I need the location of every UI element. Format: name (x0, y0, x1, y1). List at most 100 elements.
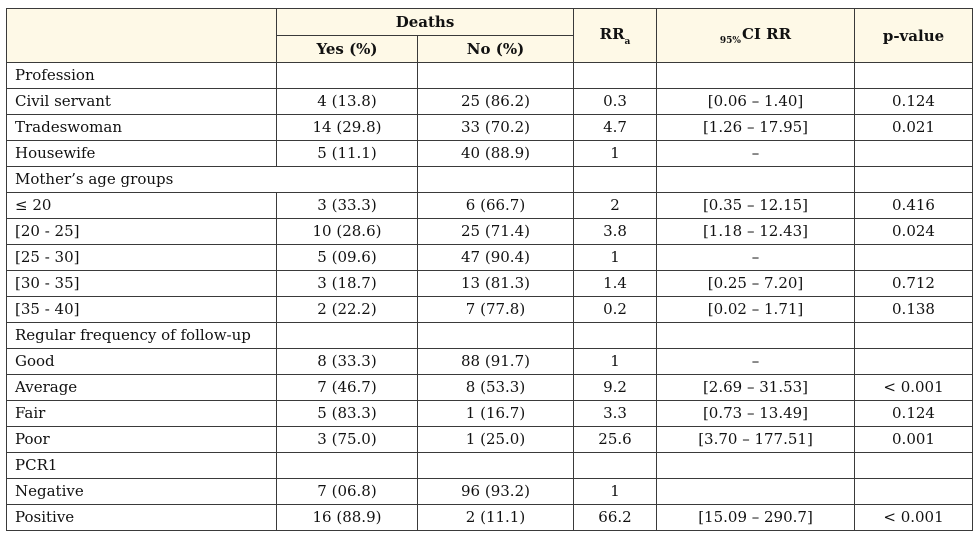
table-row: [35 - 40] 2 (22.2) 7 (77.8) 0.2 [0.02 – 1.71… (6, 296, 973, 323)
rr-cell: 1.4 (573, 270, 657, 297)
table-header: Deaths RRa 95%CI RR p-value Yes (%) No (… (6, 8, 973, 63)
ci-cell (656, 478, 855, 505)
ci-cell: [2.69 – 31.53] (656, 374, 855, 401)
ci-cell: [15.09 – 290.7] (656, 504, 855, 531)
header-no: No (%) (417, 35, 574, 63)
header-ci-main: CI RR (741, 25, 792, 43)
row-label: Tradeswoman (6, 114, 277, 141)
section-label: Profession (6, 62, 277, 89)
table-row: ≤ 20 3 (33.3) 6 (66.7) 2 [0.35 – 12.15] 0.416 (6, 192, 973, 219)
ci-cell (656, 62, 855, 89)
p-value-cell: 0.024 (854, 218, 973, 245)
no-cell: 7 (77.8) (417, 296, 574, 323)
rr-cell: 0.3 (573, 88, 657, 115)
row-label: [30 - 35] (6, 270, 277, 297)
row-label: [20 - 25] (6, 218, 277, 245)
yes-cell: 3 (18.7) (276, 270, 418, 297)
yes-cell (276, 322, 418, 349)
rr-cell: 1 (573, 478, 657, 505)
row-label: Housewife (6, 140, 277, 167)
ci-cell: – (656, 244, 855, 271)
ci-cell: – (656, 348, 855, 375)
table-row: Good 8 (33.3) 88 (91.7) 1– (6, 348, 973, 375)
ci-cell (656, 166, 855, 193)
yes-cell: 7 (46.7) (276, 374, 418, 401)
header-yes: Yes (%) (276, 35, 418, 63)
p-value-cell (854, 166, 973, 193)
section-row: Mother’s age groups (6, 166, 973, 193)
p-value-cell (854, 62, 973, 89)
yes-cell: 5 (83.3) (276, 400, 418, 427)
row-label: [35 - 40] (6, 296, 277, 323)
rr-cell: 1 (573, 140, 657, 167)
no-cell: 13 (81.3) (417, 270, 574, 297)
yes-cell: 7 (06.8) (276, 478, 418, 505)
ci-cell: [1.18 – 12.43] (656, 218, 855, 245)
rr-cell: 0.2 (573, 296, 657, 323)
no-cell: 2 (11.1) (417, 504, 574, 531)
rr-cell: 9.2 (573, 374, 657, 401)
no-cell: 1 (25.0) (417, 426, 574, 453)
p-value-cell (854, 452, 973, 479)
row-label: Fair (6, 400, 277, 427)
row-label: Poor (6, 426, 277, 453)
p-value-cell: 0.021 (854, 114, 973, 141)
yes-cell: 8 (33.3) (276, 348, 418, 375)
ci-cell: [1.26 – 17.95] (656, 114, 855, 141)
row-label: ≤ 20 (6, 192, 277, 219)
yes-cell: 14 (29.8) (276, 114, 418, 141)
yes-cell: 5 (11.1) (276, 140, 418, 167)
table-row: Civil servant 4 (13.8) 25 (86.2) 0.3 [0.06 –… (6, 88, 973, 115)
p-value-cell (854, 478, 973, 505)
yes-cell: 3 (75.0) (276, 426, 418, 453)
p-value-cell: 0.138 (854, 296, 973, 323)
rr-cell: 25.6 (573, 426, 657, 453)
ci-cell: [0.06 – 1.40] (656, 88, 855, 115)
header-rr-main: RR (599, 25, 625, 43)
row-label: Negative (6, 478, 277, 505)
ci-cell: [0.02 – 1.71] (656, 296, 855, 323)
header-pvalue: p-value (854, 8, 973, 63)
yes-cell: 3 (33.3) (276, 192, 418, 219)
section-row: PCR1 (6, 452, 973, 479)
rr-cell (573, 62, 657, 89)
rr-cell: 4.7 (573, 114, 657, 141)
table-row: Poor 3 (75.0) 1 (25.0) 25.6 [3.70 – 177.51] 0… (6, 426, 973, 453)
rr-cell: 3.8 (573, 218, 657, 245)
row-label: Average (6, 374, 277, 401)
ci-cell: [0.25 – 7.20] (656, 270, 855, 297)
section-row: Profession (6, 62, 973, 89)
table-body: Profession Civil servant 4 (13.8) 25 (86.2)… (6, 62, 973, 531)
no-cell (417, 166, 574, 193)
rr-cell (573, 166, 657, 193)
p-value-cell: 0.416 (854, 192, 973, 219)
p-value-cell: 0.124 (854, 88, 973, 115)
row-label: Good (6, 348, 277, 375)
table-row: Housewife 5 (11.1) 40 (88.9) 1– (6, 140, 973, 167)
rr-cell: 2 (573, 192, 657, 219)
header-ci: 95%CI RR (656, 8, 855, 63)
ci-cell: [3.70 – 177.51] (656, 426, 855, 453)
yes-cell: 4 (13.8) (276, 88, 418, 115)
header-deaths: Deaths (276, 8, 574, 36)
table-row: Average 7 (46.7) 8 (53.3) 9.2 [2.69 – 31.53]… (6, 374, 973, 401)
no-cell (417, 62, 574, 89)
table-row: [30 - 35] 3 (18.7) 13 (81.3) 1.4 [0.25 – 7.2… (6, 270, 973, 297)
rr-cell: 66.2 (573, 504, 657, 531)
yes-cell (276, 62, 418, 89)
no-cell: 96 (93.2) (417, 478, 574, 505)
no-cell (417, 322, 574, 349)
yes-cell: 10 (28.6) (276, 218, 418, 245)
section-label: Regular frequency of follow-up (6, 322, 277, 349)
ci-cell: [0.73 – 13.49] (656, 400, 855, 427)
yes-cell: 5 (09.6) (276, 244, 418, 271)
p-value-cell: 0.001 (854, 426, 973, 453)
row-label: Positive (6, 504, 277, 531)
no-cell: 8 (53.3) (417, 374, 574, 401)
p-value-cell (854, 140, 973, 167)
no-cell: 88 (91.7) (417, 348, 574, 375)
results-table: Deaths RRa 95%CI RR p-value Yes (%) No (… (6, 8, 973, 531)
yes-cell (276, 452, 418, 479)
header-rr-adjusted: RRa (573, 8, 657, 63)
rr-cell (573, 322, 657, 349)
